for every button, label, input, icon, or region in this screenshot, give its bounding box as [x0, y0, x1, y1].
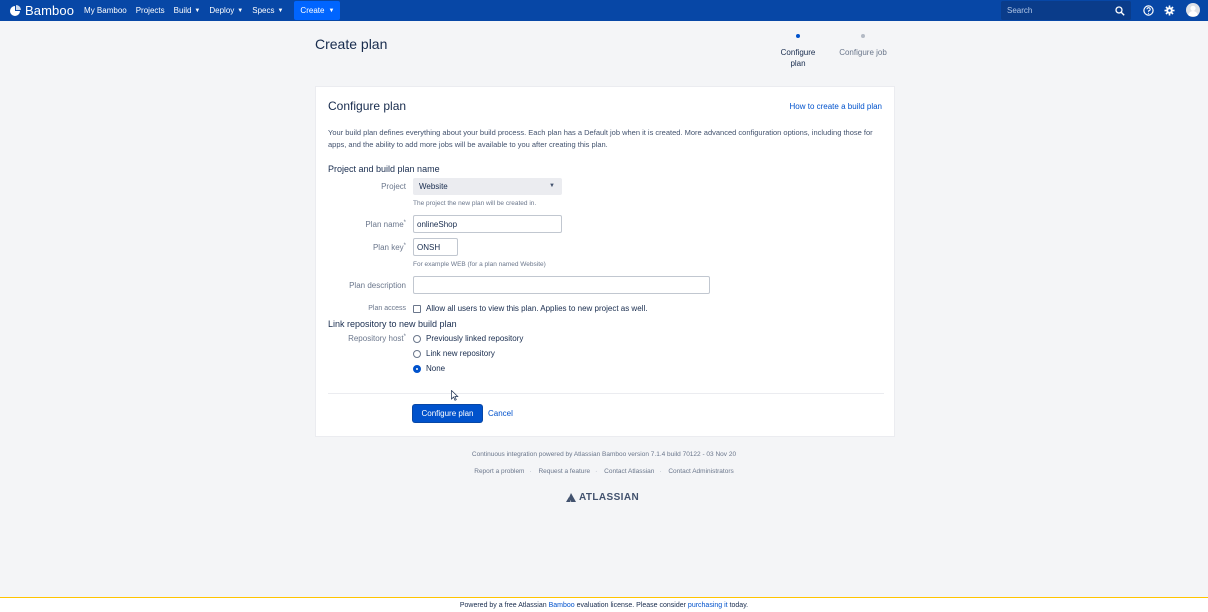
footer-separator: · [529, 468, 532, 475]
plan-name-label: Plan name* [365, 220, 406, 229]
logo-text: Bamboo [25, 3, 75, 18]
radio-button-selected[interactable] [413, 364, 421, 373]
footer-link-request-feature[interactable]: Request a feature [538, 468, 590, 475]
required-asterisk: * [403, 334, 406, 340]
footer-link-report-problem[interactable]: Report a problem [474, 468, 524, 475]
search-icon [1115, 5, 1125, 16]
gear-icon[interactable] [1164, 5, 1175, 16]
avatar[interactable] [1186, 3, 1200, 17]
footer-powered-text: Continuous integration powered by Atlass… [471, 451, 737, 458]
evaluation-license-bar: Powered by a free Atlassian Bamboo evalu… [0, 597, 1208, 612]
purchase-link[interactable]: purchasing it [688, 602, 728, 609]
user-avatar-icon [1188, 5, 1198, 16]
chevron-down-icon: ▼ [328, 7, 335, 14]
repo-option-link-new[interactable]: Link new repository [413, 349, 495, 358]
bamboo-logo[interactable]: Bamboo [9, 3, 74, 18]
search-placeholder: Search [1007, 6, 1033, 15]
plan-key-label: Plan key* [372, 243, 406, 252]
nav-deploy[interactable]: Deploy ▼ [209, 0, 243, 21]
step-configure-job: Configure job [834, 34, 892, 58]
project-label: Project [381, 182, 406, 191]
nav-projects[interactable]: Projects [136, 0, 165, 21]
intro-text: Your build plan defines everything about… [328, 128, 873, 149]
mouse-cursor-icon [451, 390, 459, 401]
chevron-down-icon: ▼ [277, 7, 284, 14]
caret-down-icon: ▼ [549, 183, 555, 189]
chevron-down-icon: ▼ [237, 7, 244, 14]
footer-link-contact-atlassian[interactable]: Contact Atlassian [604, 468, 654, 475]
top-nav: Bamboo My Bamboo Projects Build ▼ Deploy ▼… [0, 0, 1208, 21]
repo-option-none[interactable]: None [413, 364, 445, 373]
repo-option-previously-linked[interactable]: Previously linked repository [413, 334, 523, 343]
required-asterisk: * [403, 220, 406, 226]
footer-links: Report a problem · Request a feature · Con… [0, 468, 1208, 475]
plan-access-row: Allow all users to view this plan. Appli… [413, 304, 647, 313]
required-asterisk: * [403, 243, 406, 249]
page-title: Create plan [315, 36, 388, 52]
plan-key-input[interactable] [413, 238, 458, 256]
nav-my-bamboo[interactable]: My Bamboo [84, 0, 127, 21]
section-heading-repository: Link repository to new build plan [328, 319, 457, 329]
chevron-down-icon: ▼ [194, 7, 201, 14]
repository-host-label: Repository host* [348, 334, 406, 343]
progress-stepper: Configure plan Configure job [770, 34, 900, 74]
help-icon[interactable] [1143, 5, 1154, 16]
project-select[interactable]: Website ▼ [413, 178, 562, 195]
atlassian-logo-text: ATLASSIAN [579, 492, 640, 503]
plan-key-hint: For example WEB (for a plan named Websit… [413, 261, 546, 268]
nav-specs[interactable]: Specs ▼ [252, 0, 283, 21]
plan-access-text: Allow all users to view this plan. Appli… [426, 304, 648, 313]
radio-button[interactable] [413, 334, 421, 343]
project-select-value: Website [419, 182, 448, 191]
configure-plan-button[interactable]: Configure plan [413, 405, 482, 422]
plan-description-label: Plan description [349, 281, 406, 290]
step-configure-plan: Configure plan [776, 34, 820, 69]
help-link[interactable]: How to create a build plan [790, 102, 883, 111]
project-hint: The project the new plan will be created… [413, 200, 537, 207]
plan-description-input[interactable] [413, 276, 710, 294]
card-title: Configure plan [328, 99, 407, 113]
step-label: Configure job [839, 48, 887, 57]
bamboo-logo-icon [10, 4, 21, 16]
configure-plan-card: Configure plan How to create a build pla… [315, 86, 895, 437]
step-active-dot [796, 34, 800, 38]
step-inactive-dot [861, 34, 865, 38]
footer-separator: · [659, 468, 662, 475]
plan-name-input[interactable] [413, 215, 562, 233]
radio-button[interactable] [413, 349, 421, 358]
atlassian-logo-icon [566, 493, 576, 502]
bamboo-product-link[interactable]: Bamboo [549, 602, 575, 609]
search-input[interactable]: Search [1001, 1, 1131, 20]
divider [328, 393, 884, 394]
atlassian-logo[interactable]: ATLASSIAN [566, 492, 639, 503]
step-label: Configure plan [780, 48, 816, 68]
plan-access-label: Plan access [368, 305, 406, 312]
create-button[interactable]: Create ▼ [294, 1, 341, 20]
footer-separator: · [595, 468, 598, 475]
section-heading-plan-name: Project and build plan name [328, 164, 440, 174]
cancel-link[interactable]: Cancel [488, 409, 513, 418]
plan-access-checkbox[interactable] [413, 304, 421, 313]
footer-link-contact-admins[interactable]: Contact Administrators [668, 468, 733, 475]
nav-build[interactable]: Build ▼ [174, 0, 201, 21]
